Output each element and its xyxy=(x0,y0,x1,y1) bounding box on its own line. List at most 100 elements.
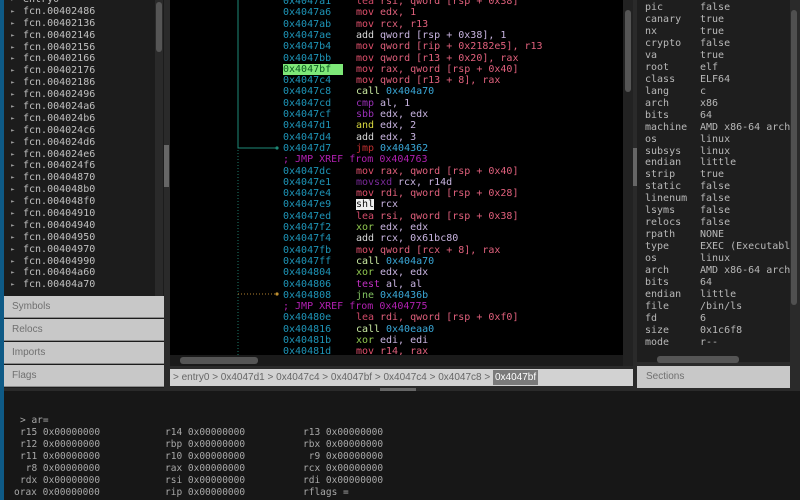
instruction-address[interactable]: 0x4047d1 xyxy=(283,120,331,131)
disasm-line[interactable]: 0x40481b xor edi, edi xyxy=(170,335,623,346)
instruction-address[interactable]: 0x4047ae xyxy=(283,30,331,41)
instruction-address[interactable]: 0x4047f4 xyxy=(283,233,331,244)
instruction-address[interactable]: 0x4047fb xyxy=(283,245,331,256)
expand-arrow-icon[interactable]: ► xyxy=(4,113,15,125)
function-item[interactable]: ► fcn.004024e6 xyxy=(4,149,154,161)
function-item[interactable]: ► fcn.004024d6 xyxy=(4,137,154,149)
instruction-address[interactable]: 0x4047d7 xyxy=(283,143,331,154)
disasm-line[interactable]: 0x4047ae add qword [rsp + 0x38], 1 xyxy=(170,30,623,41)
tab-flags[interactable]: Flags xyxy=(4,365,164,387)
function-item[interactable]: ► fcn.00402136 xyxy=(4,18,154,30)
function-item[interactable]: ► fcn.00404a70 xyxy=(4,279,154,291)
disasm-line[interactable]: 0x4047bf mov rax, qword [rsp + 0x40] xyxy=(170,63,623,75)
instruction-address[interactable]: 0x40481b xyxy=(283,335,331,346)
expand-arrow-icon[interactable]: ► xyxy=(4,149,15,161)
function-item[interactable]: ► fcn.004024c6 xyxy=(4,125,154,137)
instruction-address[interactable]: 0x4047bb xyxy=(283,53,331,64)
expand-arrow-icon[interactable]: ► xyxy=(4,125,15,137)
function-item[interactable]: ► fcn.00402156 xyxy=(4,42,154,54)
instruction-address[interactable]: 0x4047e4 xyxy=(283,188,331,199)
instruction-address[interactable]: 0x4047ff xyxy=(283,256,331,267)
instruction-address[interactable]: 0x4047ab xyxy=(283,19,331,30)
function-item[interactable]: ► fcn.004024a6 xyxy=(4,101,154,113)
tab-sections[interactable]: Sections xyxy=(637,366,790,388)
instruction-address[interactable]: 0x4047cd xyxy=(283,98,331,109)
instruction-address[interactable]: 0x40481d xyxy=(283,346,331,355)
expand-arrow-icon[interactable]: ► xyxy=(4,42,15,54)
instruction-address[interactable]: 0x4047cf xyxy=(283,109,331,120)
disasm-line[interactable]: 0x40481d mov r14, rax xyxy=(170,346,623,355)
instruction-address[interactable]: 0x4047f2 xyxy=(283,222,331,233)
function-item[interactable]: ► fcn.004048b0 xyxy=(4,184,154,196)
expand-arrow-icon[interactable]: ► xyxy=(4,65,15,77)
disasm-line[interactable]: 0x4047d4 add edx, 3 xyxy=(170,132,623,143)
function-item[interactable]: ► fcn.00404970 xyxy=(4,244,154,256)
expand-arrow-icon[interactable]: ► xyxy=(4,6,15,18)
breadcrumb-current[interactable]: 0x4047bf xyxy=(492,370,539,385)
disasm-line[interactable]: 0x4047e4 mov rdi, qword [rsp + 0x28] xyxy=(170,188,623,199)
function-item[interactable]: ► fcn.00404910 xyxy=(4,208,154,220)
disasm-line[interactable]: 0x404816 call 0x40eaa0 xyxy=(170,324,623,335)
disasm-line[interactable]: 0x40480e lea rdi, qword [rsp + 0xf0] xyxy=(170,312,623,323)
disasm-line[interactable]: 0x4047a1 lea rsi, qword [rsp + 0x38] xyxy=(170,0,623,7)
instruction-address[interactable]: 0x4047e1 xyxy=(283,177,331,188)
instruction-address[interactable]: 0x4047a1 xyxy=(283,0,331,7)
instruction-address[interactable]: 0x4047b4 xyxy=(283,41,331,52)
expand-arrow-icon[interactable]: ► xyxy=(4,101,15,113)
instruction-address[interactable]: 0x4047a6 xyxy=(283,7,331,18)
xref-comment[interactable]: ; JMP XREF from 0x404763 xyxy=(170,154,623,165)
function-item[interactable]: ► fcn.00402146 xyxy=(4,30,154,42)
function-item[interactable]: ► fcn.004024b6 xyxy=(4,113,154,125)
disasm-line[interactable]: 0x4047ed lea rsi, qword [rsp + 0x38] xyxy=(170,211,623,222)
instruction-address[interactable]: 0x4047c8 xyxy=(283,86,331,97)
expand-arrow-icon[interactable]: ► xyxy=(4,77,15,89)
instruction-address[interactable]: 0x4047d4 xyxy=(283,132,331,143)
disasm-line[interactable]: 0x4047e9 shl rcx xyxy=(170,199,623,211)
xref-comment[interactable]: ; JMP XREF from 0x404775 xyxy=(170,301,623,312)
expand-arrow-icon[interactable]: ► xyxy=(4,220,15,232)
function-item[interactable]: ► fcn.00402186 xyxy=(4,77,154,89)
disasm-line[interactable]: 0x4047b4 mov qword [rip + 0x2182e5], r13 xyxy=(170,41,623,52)
function-item[interactable]: ► fcn.00404940 xyxy=(4,220,154,232)
function-item[interactable]: ► fcn.00404a60 xyxy=(4,267,154,279)
instruction-address[interactable]: 0x404806 xyxy=(283,279,331,290)
tab-imports[interactable]: Imports xyxy=(4,342,164,364)
expand-arrow-icon[interactable]: ► xyxy=(4,208,15,220)
function-item[interactable]: ► fcn.00402166 xyxy=(4,53,154,65)
expand-arrow-icon[interactable]: ► xyxy=(4,53,15,65)
tab-relocs[interactable]: Relocs xyxy=(4,319,164,341)
disassembly-view[interactable]: 0x4047a1 lea rsi, qword [rsp + 0x38] 0x4047… xyxy=(170,0,623,355)
disasm-line[interactable]: 0x4047c4 mov qword [r13 + 8], rax xyxy=(170,75,623,86)
expand-arrow-icon[interactable]: ► xyxy=(4,279,15,291)
info-scrollbar-thumb[interactable] xyxy=(791,10,797,305)
instruction-address[interactable]: 0x404816 xyxy=(283,324,331,335)
instruction-address[interactable]: 0x4047ed xyxy=(283,211,331,222)
expand-arrow-icon[interactable]: ► xyxy=(4,137,15,149)
function-item[interactable]: ► fcn.00404950 xyxy=(4,232,154,244)
disasm-line[interactable]: 0x4047d7 jmp 0x404362 xyxy=(170,143,623,154)
disasm-line[interactable]: 0x4047fb mov qword [rcx + 8], rax xyxy=(170,245,623,256)
left-splitter-handle[interactable] xyxy=(164,145,169,187)
function-item[interactable]: ► fcn.00402176 xyxy=(4,65,154,77)
breadcrumb-path[interactable]: > entry0 > 0x4047d1 > 0x4047c4 > 0x4047b… xyxy=(173,372,493,383)
expand-arrow-icon[interactable]: ► xyxy=(4,160,15,172)
function-item[interactable]: ► fcn.004024f6 xyxy=(4,160,154,172)
disasm-line[interactable]: 0x4047e1 movsxd rcx, r14d xyxy=(170,177,623,188)
function-item[interactable]: ► fcn.004048f0 xyxy=(4,196,154,208)
instruction-address[interactable]: 0x404808 xyxy=(283,290,331,301)
expand-arrow-icon[interactable]: ► xyxy=(4,232,15,244)
disassembly-vscrollbar-thumb[interactable] xyxy=(625,10,631,92)
disasm-line[interactable]: 0x4047cd cmp al, 1 xyxy=(170,98,623,109)
disasm-line[interactable]: 0x4047d1 and edx, 2 xyxy=(170,120,623,131)
disasm-line[interactable]: 0x404806 test al, al xyxy=(170,279,623,290)
expand-arrow-icon[interactable]: ► xyxy=(4,196,15,208)
disasm-line[interactable]: 0x404804 xor edx, edx xyxy=(170,267,623,278)
expand-arrow-icon[interactable]: ► xyxy=(4,244,15,256)
disasm-line[interactable]: 0x4047ff call 0x404a70 xyxy=(170,256,623,267)
disasm-line[interactable]: 0x4047f2 xor edx, edx xyxy=(170,222,623,233)
expand-arrow-icon[interactable]: ► xyxy=(4,184,15,196)
disasm-line[interactable]: 0x404808 jne 0x40436b xyxy=(170,290,623,301)
function-item[interactable]: ► fcn.00404870 xyxy=(4,172,154,184)
console-output[interactable]: > ar= r15 0x00000000 r14 0x00000000 r13 0x… xyxy=(4,391,800,500)
disasm-line[interactable]: 0x4047f4 add rcx, 0x61bc80 xyxy=(170,233,623,244)
